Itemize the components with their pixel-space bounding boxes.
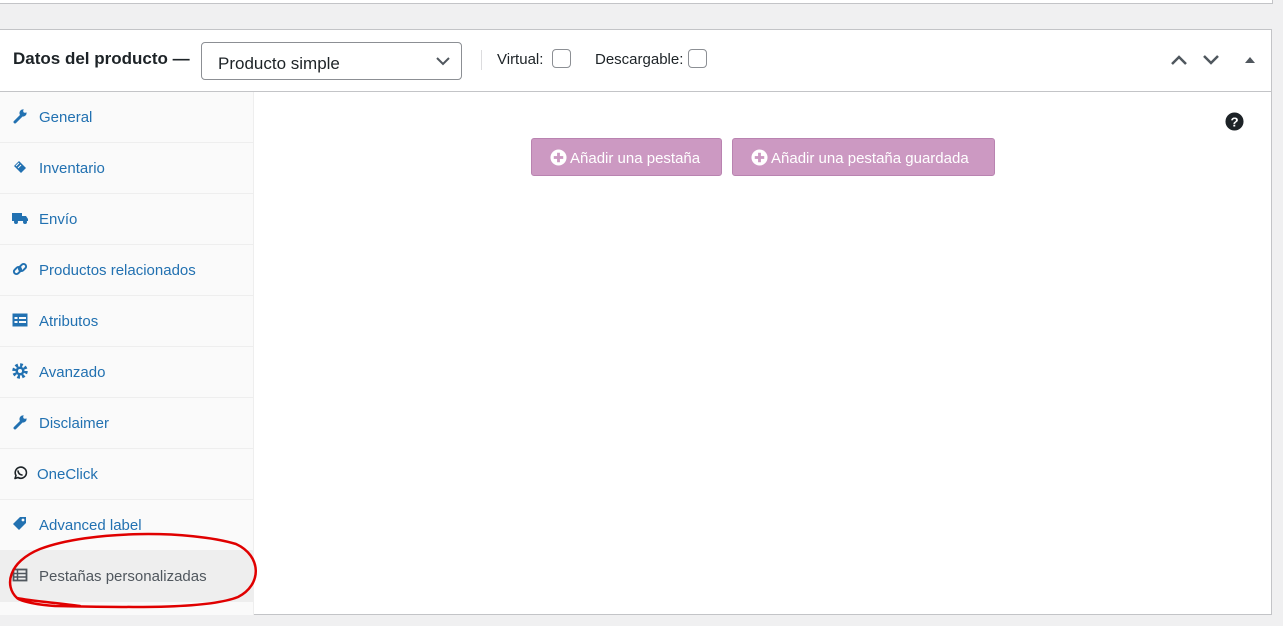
sidebar-item-label: Envío: [39, 211, 78, 228]
link-icon: [12, 262, 28, 276]
previous-panel-edge: [0, 0, 1273, 4]
virtual-checkbox[interactable]: [552, 49, 571, 68]
svg-text:?: ?: [1230, 114, 1238, 129]
downloadable-checkbox[interactable]: [688, 49, 707, 68]
sidebar-item-inventario[interactable]: Inventario: [0, 143, 253, 194]
sidebar-item-label: Advanced label: [39, 517, 142, 534]
sidebar-item-label: Productos relacionados: [39, 262, 196, 279]
add-saved-tab-label: Añadir una pestaña guardada: [771, 150, 969, 167]
virtual-label: Virtual:: [497, 51, 544, 68]
sidebar-item-avanzado[interactable]: Avanzado: [0, 347, 253, 398]
plus-circle-icon: [550, 149, 567, 166]
sidebar-item-oneclick[interactable]: OneClick: [0, 449, 253, 500]
product-data-panel: Datos del producto — Producto simple Vir…: [0, 29, 1272, 615]
add-saved-tab-button[interactable]: Añadir una pestaña guardada: [732, 138, 995, 176]
sidebar-item-label: Atributos: [39, 313, 99, 330]
sidebar-item-advanced-label[interactable]: Advanced label: [0, 500, 253, 551]
product-data-tabs: General Inventario Envío Productos relac…: [0, 92, 254, 615]
add-tab-label: Añadir una pestaña: [570, 150, 701, 167]
tag-icon: [13, 517, 26, 530]
move-down-button[interactable]: [1201, 52, 1221, 68]
sidebar-item-pestanas-personalizadas[interactable]: Pestañas personalizadas: [0, 551, 253, 602]
list-icon: [12, 313, 28, 327]
wrench-icon: [13, 109, 27, 124]
sidebar-item-label: OneClick: [37, 466, 98, 483]
plus-circle-icon: [751, 149, 768, 166]
header-divider: [481, 50, 482, 70]
whatsapp-icon: [14, 466, 28, 480]
wrench-icon: [13, 415, 27, 430]
panel-header: Datos del producto — Producto simple Vir…: [0, 30, 1271, 92]
sidebar-item-label: Disclaimer: [39, 415, 110, 432]
truck-icon: [12, 213, 28, 224]
sidebar-item-atributos[interactable]: Atributos: [0, 296, 253, 347]
sidebar-item-label: Inventario: [39, 160, 105, 177]
product-type-value: Producto simple: [218, 54, 340, 73]
tag-icon: [14, 161, 26, 173]
downloadable-label: Descargable:: [595, 51, 684, 68]
gear-icon: [12, 363, 28, 379]
add-tab-button[interactable]: Añadir una pestaña: [531, 138, 722, 176]
sidebar-item-label: Pestañas personalizadas: [39, 568, 207, 585]
sidebar-item-label: General: [39, 109, 93, 126]
move-up-button[interactable]: [1169, 52, 1189, 68]
collapse-toggle-button[interactable]: [1243, 52, 1257, 68]
panel-title: Datos del producto —: [13, 49, 190, 68]
help-icon[interactable]: ?: [1225, 112, 1244, 131]
sidebar-item-disclaimer[interactable]: Disclaimer: [0, 398, 253, 449]
table-icon: [12, 568, 28, 582]
sidebar-item-general[interactable]: General: [0, 92, 253, 143]
sidebar-item-label: Avanzado: [39, 364, 106, 381]
product-type-select[interactable]: Producto simple: [201, 42, 462, 80]
chevron-down-icon: [436, 57, 450, 66]
sidebar-item-envio[interactable]: Envío: [0, 194, 253, 245]
sidebar-item-productos-relacionados[interactable]: Productos relacionados: [0, 245, 253, 296]
